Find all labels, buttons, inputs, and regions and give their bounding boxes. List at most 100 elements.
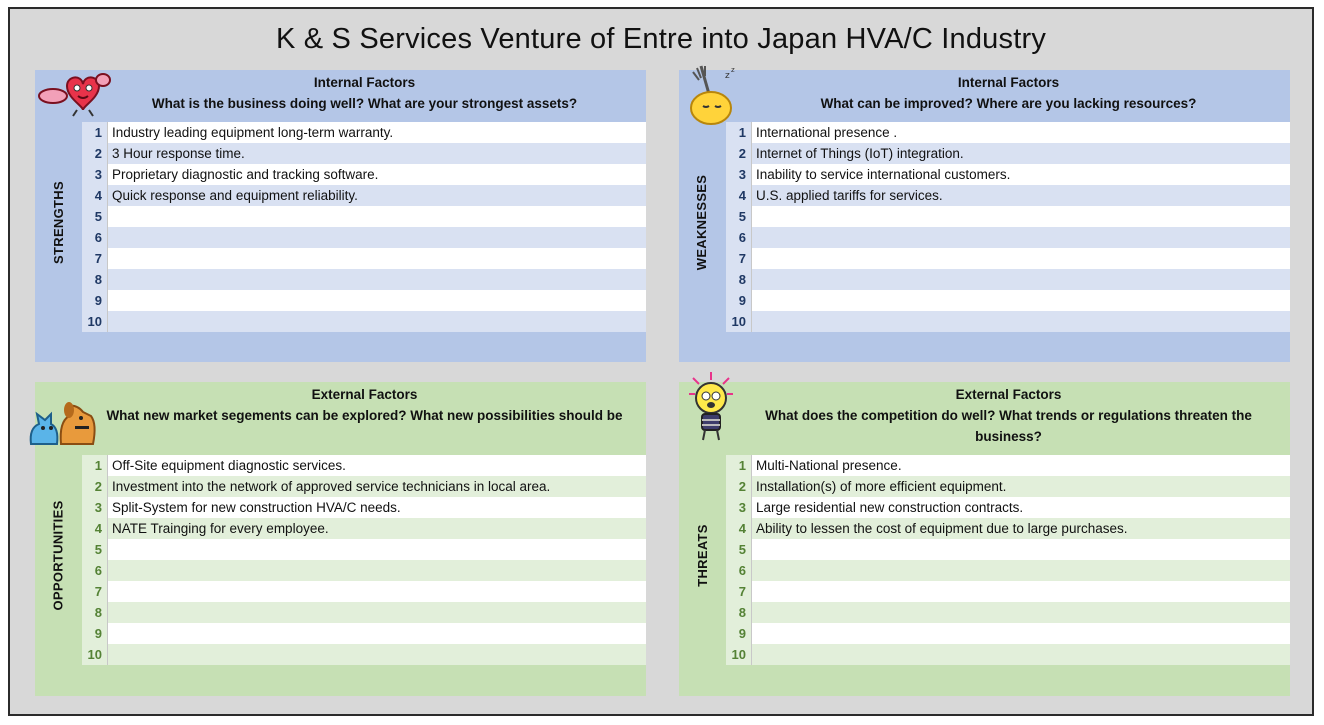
strengths-row-cell[interactable] [107, 290, 646, 311]
opportunities-row-cell[interactable] [107, 602, 646, 623]
threats-row-cell[interactable] [751, 539, 1290, 560]
opportunities-side: OPPORTUNITIES [35, 455, 81, 656]
strengths-row: 8 [82, 269, 646, 290]
weaknesses-row-number: 5 [726, 206, 751, 227]
threats-row: 10 [726, 644, 1290, 665]
opportunities-row-number: 7 [82, 581, 107, 602]
threats-side: THREATS [679, 455, 725, 656]
threats-row-cell[interactable] [751, 602, 1290, 623]
threats-row: 1 Multi-National presence. [726, 455, 1290, 476]
strengths-row-cell[interactable]: Quick response and equipment reliability… [107, 185, 646, 206]
strengths-row: 6 [82, 227, 646, 248]
strengths-row-cell[interactable] [107, 227, 646, 248]
threats-row: 3 Large residential new construction cont… [726, 497, 1290, 518]
threats-row: 8 [726, 602, 1290, 623]
opportunities-row-cell[interactable]: NATE Trainging for every employee. [107, 518, 646, 539]
threats-row: 4 Ability to lessen the cost of equipment… [726, 518, 1290, 539]
weaknesses-question: What can be improved? Where are you lack… [820, 96, 1197, 111]
strengths-row-cell[interactable]: 3 Hour response time. [107, 143, 646, 164]
strengths-question: What is the business doing well? What ar… [151, 96, 578, 111]
strengths-row-number: 4 [82, 185, 107, 206]
threats-row-cell[interactable]: Ability to lessen the cost of equipment … [751, 518, 1290, 539]
strengths-row-number: 10 [82, 311, 107, 332]
weaknesses-row-cell[interactable]: Inability to service international custo… [751, 164, 1290, 185]
strengths-row-number: 5 [82, 206, 107, 227]
threats-row-cell[interactable] [751, 560, 1290, 581]
page-title: K & S Services Venture of Entre into Jap… [275, 23, 1047, 55]
opportunities-row-cell[interactable]: Investment into the network of approved … [107, 476, 646, 497]
strengths-row-cell[interactable]: Industry leading equipment long-term war… [107, 122, 646, 143]
threats-row-number: 4 [726, 518, 751, 539]
strengths-label: STRENGTHS [50, 180, 66, 264]
weaknesses-row-cell[interactable]: U.S. applied tariffs for services. [751, 185, 1290, 206]
threats-row: 7 [726, 581, 1290, 602]
opportunities-factor: External Factors [311, 387, 418, 402]
opportunities-row: 1 Off-Site equipment diagnostic services. [82, 455, 646, 476]
strengths-row-cell[interactable]: Proprietary diagnostic and tracking soft… [107, 164, 646, 185]
opportunities-row: 6 [82, 560, 646, 581]
opportunities-row-cell[interactable] [107, 581, 646, 602]
weaknesses-row-cell[interactable] [751, 290, 1290, 311]
opportunities-row: 9 [82, 623, 646, 644]
threats-row: 9 [726, 623, 1290, 644]
threats-row-cell[interactable] [751, 644, 1290, 665]
threats-row-number: 6 [726, 560, 751, 581]
weaknesses-row-cell[interactable] [751, 269, 1290, 290]
opportunities-row: 7 [82, 581, 646, 602]
strengths-row-number: 8 [82, 269, 107, 290]
weaknesses-row: 1 International presence . [726, 122, 1290, 143]
threats-row-cell[interactable]: Installation(s) of more efficient equipm… [751, 476, 1290, 497]
opportunities-row-number: 9 [82, 623, 107, 644]
weaknesses-side: WEAKNESSES [679, 122, 725, 322]
opportunities-row-number: 2 [82, 476, 107, 497]
weaknesses-row-cell[interactable] [751, 227, 1290, 248]
threats-row-cell[interactable]: Large residential new construction contr… [751, 497, 1290, 518]
strengths-row-number: 6 [82, 227, 107, 248]
weaknesses-row-cell[interactable] [751, 248, 1290, 269]
weaknesses-row-number: 3 [726, 164, 751, 185]
weaknesses-row-cell[interactable] [751, 311, 1290, 332]
swot-sheet: K & S Services Venture of Entre into Jap… [8, 7, 1314, 716]
strengths-row-number: 7 [82, 248, 107, 269]
threats-row-cell[interactable] [751, 581, 1290, 602]
threats-row-number: 7 [726, 581, 751, 602]
strengths-list: 1 Industry leading equipment long-term wa… [82, 122, 646, 332]
opportunities-row: 5 [82, 539, 646, 560]
opportunities-row-cell[interactable] [107, 539, 646, 560]
strengths-row: 10 [82, 311, 646, 332]
opportunities-row: 8 [82, 602, 646, 623]
opportunities-row-cell[interactable] [107, 623, 646, 644]
strengths-row-cell[interactable] [107, 206, 646, 227]
strengths-row: 1 Industry leading equipment long-term wa… [82, 122, 646, 143]
strengths-row-cell[interactable] [107, 311, 646, 332]
opportunities-row-cell[interactable]: Off-Site equipment diagnostic services. [107, 455, 646, 476]
opportunities-row-number: 5 [82, 539, 107, 560]
opportunities-row-number: 10 [82, 644, 107, 665]
strengths-row-cell[interactable] [107, 248, 646, 269]
strengths-row-cell[interactable] [107, 269, 646, 290]
threats-row-cell[interactable]: Multi-National presence. [751, 455, 1290, 476]
weaknesses-row-cell[interactable] [751, 206, 1290, 227]
opportunities-row-number: 4 [82, 518, 107, 539]
opportunities-row: 3 Split-System for new construction HVA/C… [82, 497, 646, 518]
weaknesses-row: 7 [726, 248, 1290, 269]
opportunities-question: What new market segements can be explore… [106, 408, 623, 423]
strengths-row-number: 9 [82, 290, 107, 311]
opportunities-row-cell[interactable]: Split-System for new construction HVA/C … [107, 497, 646, 518]
strengths-factor: Internal Factors [313, 75, 416, 90]
weaknesses-row: 2 Internet of Things (IoT) integration. [726, 143, 1290, 164]
opportunities-row-cell[interactable] [107, 560, 646, 581]
strengths-row-number: 1 [82, 122, 107, 143]
strengths-row: 7 [82, 248, 646, 269]
weaknesses-row-cell[interactable]: Internet of Things (IoT) integration. [751, 143, 1290, 164]
scared-lightbulb-icon [689, 372, 733, 441]
opportunities-row: 10 [82, 644, 646, 665]
threats-question-line2: business? [975, 429, 1042, 444]
strengths-side: STRENGTHS [35, 122, 81, 322]
threats-row-cell[interactable] [751, 623, 1290, 644]
threats-row-number: 5 [726, 539, 751, 560]
opportunities-row-cell[interactable] [107, 644, 646, 665]
weaknesses-row-number: 2 [726, 143, 751, 164]
weaknesses-row-cell[interactable]: International presence . [751, 122, 1290, 143]
threats-question-line1: What does the competition do well? What … [765, 408, 1252, 423]
